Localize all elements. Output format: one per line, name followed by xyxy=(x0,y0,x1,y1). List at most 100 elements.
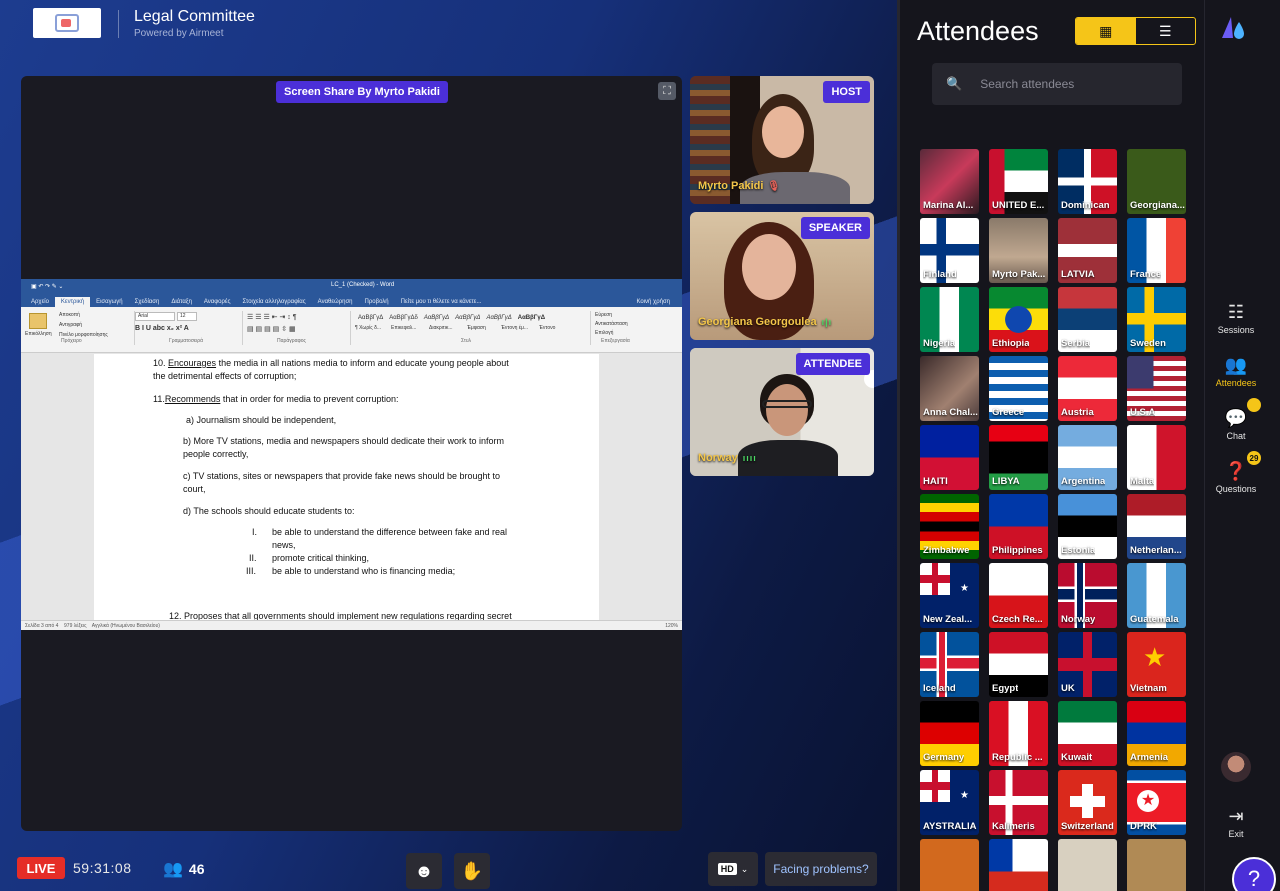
paragraph-icons: ☰ ☰ ☰ ⇤ ⇥ ↕ ¶ xyxy=(247,314,297,321)
attendee-card[interactable]: UNITED E... xyxy=(989,149,1048,214)
my-avatar[interactable] xyxy=(1221,752,1251,782)
attendee-card[interactable] xyxy=(920,839,979,891)
host-name-text: Myrto Pakidi xyxy=(698,180,764,192)
search-input[interactable] xyxy=(980,77,1171,91)
attendee-card[interactable]: Austria xyxy=(1058,356,1117,421)
attendee-card[interactable] xyxy=(989,839,1048,891)
list-view-icon[interactable]: ☰ xyxy=(1136,18,1196,44)
glasses xyxy=(762,400,812,408)
word-window-title: LC_1 (Checked) - Word xyxy=(331,282,395,288)
style-name: Διακριτικ... xyxy=(429,325,453,331)
attendee-card[interactable]: Estonia xyxy=(1058,494,1117,559)
attendee-card[interactable]: Norway xyxy=(1058,563,1117,628)
attendee-card[interactable]: Serbia xyxy=(1058,287,1117,352)
attendee-card[interactable]: LATVIA xyxy=(1058,218,1117,283)
rail-chat-label: Chat xyxy=(1226,431,1246,441)
rail-questions[interactable]: ❓ Questions xyxy=(1205,461,1267,494)
clipboard-group-label: Πρόχειρο xyxy=(61,338,82,344)
attendee-card[interactable]: Switzerland xyxy=(1058,770,1117,835)
rail-exit[interactable]: ⇥ Exit xyxy=(1205,806,1267,839)
word-ribbon: Επικόλληση Αποκοπή Αντιγραφή Πινέλο μορφ… xyxy=(21,307,682,353)
attendee-card[interactable]: Anna Chal... xyxy=(920,356,979,421)
attendee-card[interactable]: Guatemala xyxy=(1127,563,1186,628)
people-icon: 👥 xyxy=(1224,355,1248,375)
attendee-card[interactable]: Nigeria xyxy=(920,287,979,352)
attendee-name: Norway ıııı xyxy=(698,452,757,464)
question-icon: ❓ xyxy=(1224,461,1248,481)
attendee-card[interactable]: Republic ... xyxy=(989,701,1048,766)
facing-problems-button[interactable]: Facing problems? xyxy=(765,852,877,886)
attendee-card[interactable]: Philippines xyxy=(989,494,1048,559)
attendee-name: Finland xyxy=(923,269,957,280)
attendee-card[interactable]: Iceland xyxy=(920,632,979,697)
video-tile-speaker[interactable]: SPEAKER Georgiana Georgoulea ı|ı xyxy=(690,212,874,340)
rail-attendees[interactable]: 👥 Attendees xyxy=(1205,355,1267,388)
attendee-card[interactable]: U.S.A xyxy=(1127,356,1186,421)
rail-chat[interactable]: 💬 Chat xyxy=(1205,408,1267,441)
attendee-card[interactable]: Germany xyxy=(920,701,979,766)
word-tab-insert: Εισαγωγή xyxy=(96,299,123,305)
attendee-card[interactable]: ★ AYSTRALIA xyxy=(920,770,979,835)
attendee-name: Czech Re... xyxy=(992,614,1043,625)
attendee-card[interactable]: Netherlan... xyxy=(1127,494,1186,559)
attendee-name: UNITED E... xyxy=(992,200,1045,211)
attendee-card[interactable] xyxy=(1058,839,1117,891)
alignment-icons: ▤ ▤ ▤ ▤ ⇳ ▦ xyxy=(247,326,296,333)
ribbon-clipboard: Επικόλληση Αποκοπή Αντιγραφή Πινέλο μορφ… xyxy=(25,311,135,345)
attendee-card[interactable]: Greece xyxy=(989,356,1048,421)
attendee-card[interactable]: Sweden xyxy=(1127,287,1186,352)
help-button[interactable]: ? xyxy=(1232,857,1276,891)
find-label: Εύρεση xyxy=(595,312,613,318)
attendee-card[interactable]: LIBYA xyxy=(989,425,1048,490)
attendee-card[interactable]: ★ New Zeal... xyxy=(920,563,979,628)
attendee-card[interactable]: Myrto Pak... xyxy=(989,218,1048,283)
attendee-card[interactable] xyxy=(1127,839,1186,891)
doc-sub-num: I. xyxy=(252,527,258,537)
attendee-name: AYSTRALIA xyxy=(923,821,977,832)
style-chip: ΑαΒβΓγΔδ xyxy=(389,315,418,321)
audio-level-icon: ıııı xyxy=(742,453,757,463)
attendee-card[interactable]: Kalimeris xyxy=(989,770,1048,835)
style-name: Έντονη έμ... xyxy=(501,325,529,331)
attendee-card[interactable]: Finland xyxy=(920,218,979,283)
attendee-card[interactable]: Kuwait xyxy=(1058,701,1117,766)
attendee-name: LIBYA xyxy=(992,476,1020,487)
attendee-name: Vietnam xyxy=(1130,683,1167,694)
attendee-card[interactable]: Egypt xyxy=(989,632,1048,697)
style-name: ¶ Χωρίς δ... xyxy=(355,325,382,331)
attendee-card[interactable]: Marina Al... xyxy=(920,149,979,214)
attendee-card[interactable]: Georgiana... xyxy=(1127,149,1186,214)
quality-selector[interactable]: HD ⌄ xyxy=(708,852,758,886)
attendee-card[interactable]: Armenia xyxy=(1127,701,1186,766)
participant-count[interactable]: 👥 46 xyxy=(163,859,205,879)
header-divider xyxy=(118,10,119,38)
para-num: 10. xyxy=(153,358,169,368)
attendee-card[interactable]: Czech Re... xyxy=(989,563,1048,628)
paste-label: Επικόλληση xyxy=(25,331,52,337)
attendee-name: Marina Al... xyxy=(923,200,974,211)
fullscreen-icon[interactable]: ⛶ xyxy=(658,82,676,100)
video-tile-host[interactable]: HOST Myrto Pakidi 🎙 xyxy=(690,76,874,204)
grid-view-icon[interactable]: ▦ xyxy=(1076,18,1136,44)
rail-sessions-label: Sessions xyxy=(1217,325,1255,335)
attendees-panel: Attendees ▦ ☰ 🔍 Marina Al... UNITED E... D… xyxy=(897,0,1204,891)
attendee-card[interactable]: ★ DPRK xyxy=(1127,770,1186,835)
video-tile-attendee[interactable]: ATTENDEE Norway ıııı xyxy=(690,348,874,476)
doc-sub-iii: be able to understand who is financing m… xyxy=(272,566,456,576)
word-tab-view: Προβολή xyxy=(364,299,389,305)
copy-label: Αντιγραφή xyxy=(59,322,83,328)
attendee-card[interactable]: Malta xyxy=(1127,425,1186,490)
attendee-card[interactable]: HAITI xyxy=(920,425,979,490)
attendee-card[interactable]: Ethiopia xyxy=(989,287,1048,352)
attendee-card[interactable]: Dominican xyxy=(1058,149,1117,214)
emoji-reaction-button[interactable]: ☻ xyxy=(406,853,442,889)
attendee-card[interactable]: ★ Vietnam xyxy=(1127,632,1186,697)
rail-sessions[interactable]: ☷ Sessions xyxy=(1205,302,1267,335)
attendee-card[interactable]: France xyxy=(1127,218,1186,283)
attendee-card[interactable]: Zimbabwe xyxy=(920,494,979,559)
attendee-card[interactable]: UK xyxy=(1058,632,1117,697)
style-name: Έμφαση xyxy=(467,325,486,331)
attendee-card[interactable]: Argentina xyxy=(1058,425,1117,490)
event-title: Legal Committee xyxy=(134,8,255,25)
raise-hand-button[interactable]: ✋ xyxy=(454,853,490,889)
